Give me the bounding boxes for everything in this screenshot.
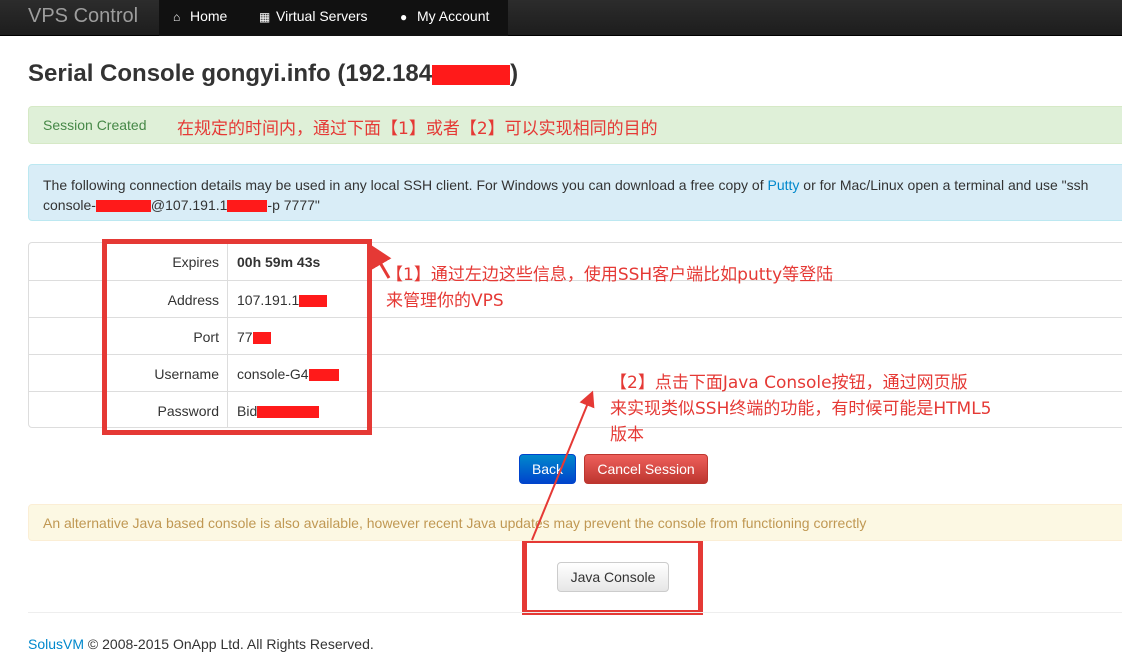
copyright-text: © 2008-2015 OnApp Ltd. All Rights Reserv…	[84, 636, 374, 652]
arrow-to-details	[368, 243, 392, 279]
arrow-to-annotation-two	[531, 390, 595, 541]
solusvm-link[interactable]: SolusVM	[28, 636, 84, 652]
footer-divider	[28, 612, 1122, 613]
annotation-arrows	[368, 243, 595, 541]
footer: SolusVM © 2008-2015 OnApp Ltd. All Right…	[28, 636, 374, 652]
